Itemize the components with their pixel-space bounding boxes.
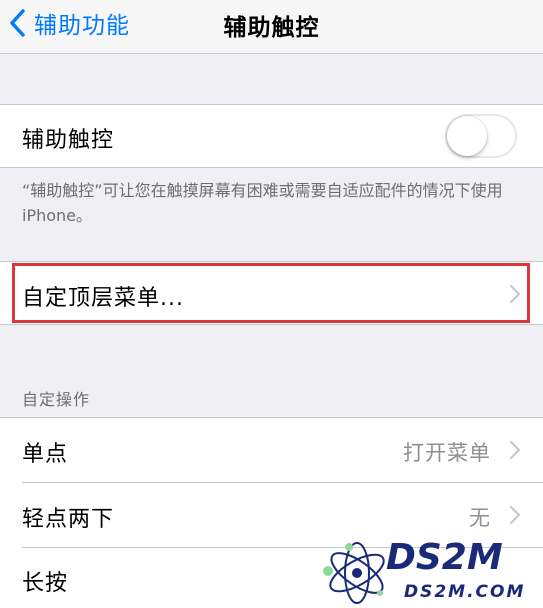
watermark-domain: DS2M.COM: [404, 582, 525, 602]
custom-actions-header: 自定操作: [22, 390, 91, 409]
watermark-brand: DS2M: [386, 537, 503, 578]
assistive-touch-cell[interactable]: 辅助触控: [0, 104, 543, 168]
chevron-right-icon: [509, 505, 521, 525]
single-tap-value: 打开菜单: [403, 441, 491, 465]
assistive-touch-footer: “辅助触控”可让您在触摸屏幕有困难或需要自适应配件的情况下使用 iPhone。: [22, 181, 503, 225]
chevron-right-icon: [509, 440, 521, 460]
long-press-label: 长按: [22, 571, 69, 596]
chevron-right-icon: [509, 284, 521, 304]
customize-menu-cell[interactable]: 自定顶层菜单...: [0, 261, 543, 325]
double-tap-value: 无: [469, 506, 491, 530]
assistive-touch-label: 辅助触控: [22, 128, 115, 153]
page-title: 辅助触控: [223, 15, 320, 41]
single-tap-label: 单点: [22, 442, 69, 467]
assistive-touch-toggle[interactable]: [445, 114, 517, 158]
toggle-knob: [447, 116, 487, 156]
double-tap-label: 轻点两下: [22, 507, 115, 532]
atom-icon: [323, 542, 385, 604]
customize-menu-label: 自定顶层菜单...: [22, 286, 184, 311]
ds2m-watermark-logo: DS2M DS2M.COM: [323, 537, 525, 604]
list-item-single-tap[interactable]: 单点 打开菜单: [0, 418, 543, 482]
navigation-bar: 辅助功能 辅助触控: [0, 0, 543, 54]
